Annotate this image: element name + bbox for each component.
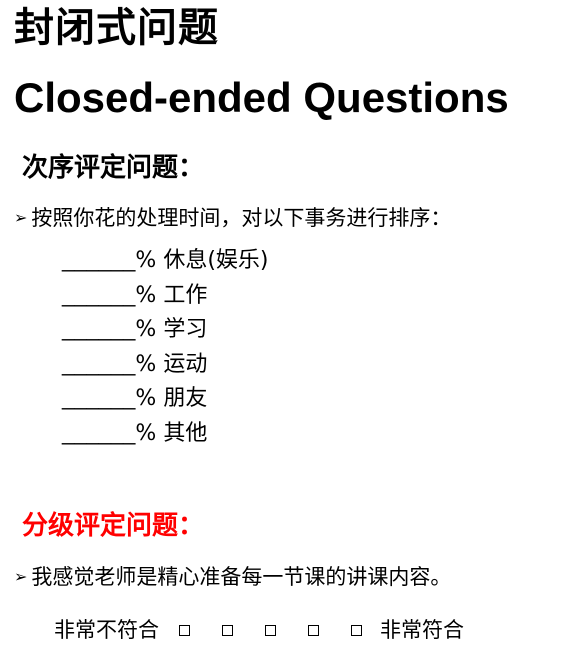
scale-high-label: 非常符合 bbox=[380, 618, 464, 642]
title-english: Closed-ended Questions bbox=[14, 74, 509, 121]
scale-low-label: 非常不符合 bbox=[54, 618, 159, 642]
option-label: % 工作 bbox=[135, 282, 208, 308]
option-label: % 其他 bbox=[135, 420, 208, 446]
fill-blank: ______ bbox=[62, 316, 136, 342]
ranking-question-text: 按照你花的处理时间，对以下事务进行排序： bbox=[31, 206, 452, 230]
rating-scale: 非常不符合 非常符合 bbox=[54, 615, 464, 645]
option-label: % 朋友 bbox=[135, 386, 208, 412]
scale-section-heading: 分级评定问题： bbox=[22, 511, 205, 541]
option-label: % 运动 bbox=[135, 351, 208, 377]
rating-checkbox-1[interactable] bbox=[179, 624, 190, 636]
ranking-option: ______% 学习 bbox=[62, 312, 269, 347]
fill-blank: ______ bbox=[62, 350, 136, 376]
ranking-option: ______% 朋友 bbox=[62, 381, 269, 416]
slide: 封闭式问题 Closed-ended Questions 次序评定问题： ➢ 按照… bbox=[0, 0, 566, 649]
arrow-bullet-icon: ➢ bbox=[14, 567, 28, 586]
rating-checkbox-3[interactable] bbox=[265, 624, 276, 636]
ranking-option: ______% 工作 bbox=[62, 278, 269, 313]
fill-blank: ______ bbox=[62, 419, 136, 445]
fill-blank: ______ bbox=[62, 281, 136, 307]
ranking-question: ➢ 按照你花的处理时间，对以下事务进行排序： bbox=[14, 203, 451, 233]
ranking-option: ______% 其他 bbox=[62, 416, 269, 451]
rating-checkbox-4[interactable] bbox=[308, 624, 319, 636]
fill-blank: ______ bbox=[62, 247, 136, 272]
rating-checkbox-2[interactable] bbox=[222, 624, 233, 636]
option-label: % 休息(娱乐) bbox=[135, 248, 269, 273]
fill-blank: ______ bbox=[62, 385, 136, 411]
title-chinese: 封闭式问题 bbox=[14, 5, 219, 51]
ranking-options-list: ______% 休息(娱乐) ______% 工作 ______% 学习 ___… bbox=[62, 243, 269, 451]
scale-question: ➢ 我感觉老师是精心准备每一节课的讲课内容。 bbox=[14, 562, 451, 592]
option-label: % 学习 bbox=[135, 317, 208, 343]
scale-question-text: 我感觉老师是精心准备每一节课的讲课内容。 bbox=[31, 565, 452, 589]
ranking-option: ______% 运动 bbox=[62, 347, 269, 382]
arrow-bullet-icon: ➢ bbox=[14, 208, 28, 227]
rating-checkbox-5[interactable] bbox=[351, 624, 362, 636]
ranking-section-heading: 次序评定问题： bbox=[22, 153, 205, 183]
ranking-option: ______% 休息(娱乐) bbox=[62, 243, 269, 278]
